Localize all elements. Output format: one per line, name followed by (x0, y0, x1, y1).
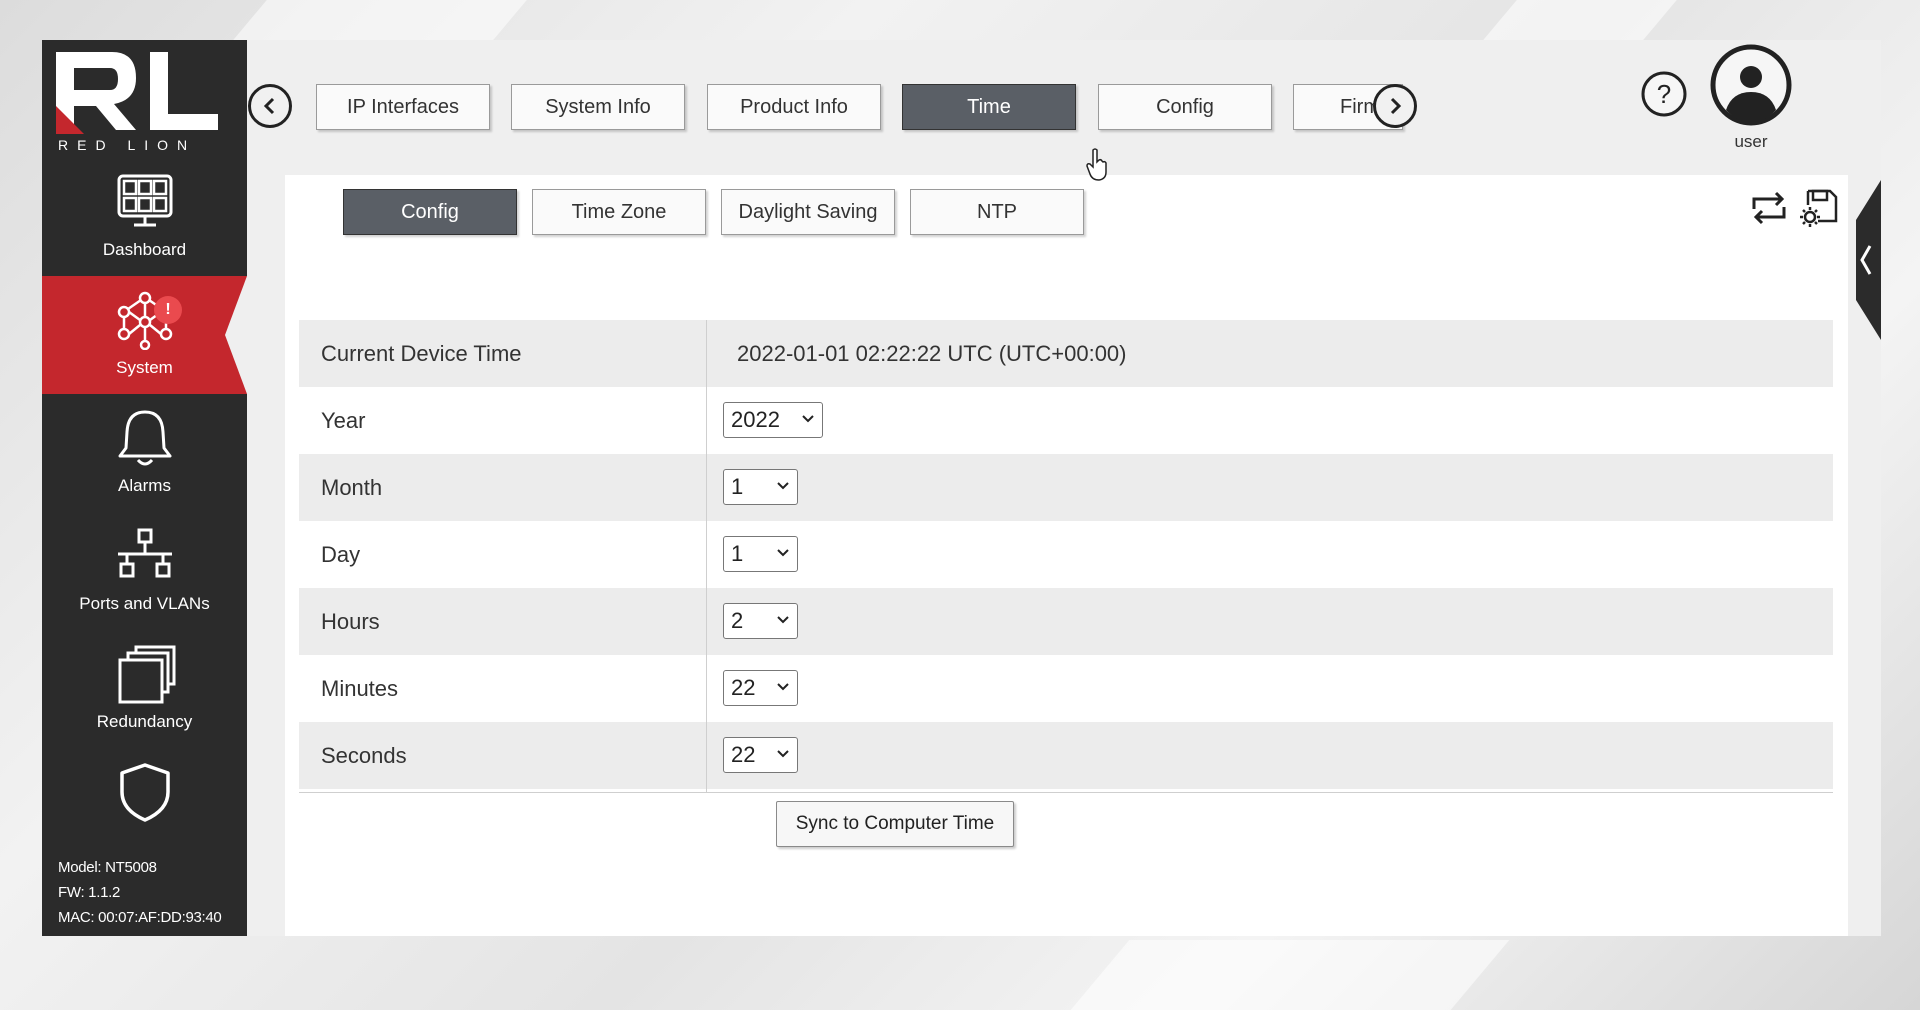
content-panel: Config Time Zone Daylight Saving NTP Cur… (285, 175, 1848, 936)
minutes-select[interactable]: 22 (723, 670, 798, 706)
year-select[interactable]: 2022 (723, 402, 823, 438)
device-firmware: FW: 1.1.2 (58, 884, 121, 901)
subtab-config[interactable]: Config (343, 189, 517, 235)
sidebar-item-redundancy[interactable]: Redundancy (42, 630, 247, 748)
collapse-panel-icon[interactable] (1848, 180, 1881, 340)
device-model: Model: NT5008 (58, 859, 157, 876)
user-avatar-icon[interactable] (1710, 44, 1792, 126)
user-label: user (1734, 132, 1768, 151)
table-row-day: Day (299, 521, 1833, 588)
year-value: 2022 (731, 407, 780, 432)
month-value: 1 (731, 474, 744, 499)
subtab-time-zone[interactable]: Time Zone (532, 189, 706, 235)
row-label: Seconds (321, 743, 407, 768)
sidebar-item-security[interactable] (42, 748, 247, 866)
chevron-right-icon (1390, 97, 1402, 115)
sidebar-item-alarms[interactable]: Alarms (42, 394, 247, 512)
chevron-down-icon (777, 482, 789, 490)
chevron-left-icon (263, 97, 275, 115)
tab-ip-interfaces[interactable]: IP Interfaces (316, 84, 490, 130)
svg-text:RED LION: RED LION (58, 137, 196, 153)
hours-select[interactable]: 2 (723, 603, 798, 639)
table-row-year: Year (299, 387, 1833, 454)
tab-system-info[interactable]: System Info (511, 84, 685, 130)
background-stripe (1483, 0, 1677, 40)
tab-product-info[interactable]: Product Info (707, 84, 881, 130)
scroll-right-button[interactable] (1373, 84, 1417, 128)
table-row-hours: Hours (299, 588, 1833, 655)
column-divider (706, 320, 707, 792)
dashboard-icon (117, 174, 173, 227)
device-info: Model: NT5008 FW: 1.1.2 MAC: 00:07:AF:DD… (58, 855, 222, 930)
background-stripe (233, 0, 527, 40)
sidebar-item-label: Redundancy (96, 712, 193, 731)
day-select[interactable]: 1 (723, 536, 798, 572)
sidebar-item-system[interactable]: ! System (42, 276, 247, 394)
seconds-select[interactable]: 22 (723, 737, 798, 773)
subtab-daylight-saving[interactable]: Daylight Saving (721, 189, 895, 235)
help-icon[interactable]: ? (1640, 70, 1688, 118)
chevron-down-icon (777, 549, 789, 557)
sidebar-item-ports-vlans[interactable]: Ports and VLANs (42, 512, 247, 630)
red-lion-logo: RED LION (56, 52, 218, 153)
bell-icon (118, 410, 172, 466)
sync-computer-time-button[interactable]: Sync to Computer Time (776, 801, 1014, 847)
save-settings-icon[interactable] (1798, 187, 1840, 229)
shield-icon (120, 763, 170, 822)
sidebar-item-label: Alarms (118, 476, 171, 495)
chevron-down-icon (777, 750, 789, 758)
refresh-icon[interactable] (1748, 187, 1790, 229)
alert-badge: ! (154, 296, 182, 324)
table-bottom-border (299, 792, 1833, 793)
redundancy-icon (118, 645, 176, 704)
row-label: Year (321, 408, 366, 433)
row-label: Month (321, 475, 383, 500)
row-label: Day (321, 542, 361, 567)
hours-value: 2 (731, 608, 744, 633)
current-device-time: 2022-01-01 02:22:22 UTC (UTC+00:00) (737, 341, 1127, 366)
app-window: RED LION Dashboard ! System Alarms Ports… (42, 40, 1881, 936)
row-label: Minutes (321, 676, 399, 701)
tab-config[interactable]: Config (1098, 84, 1272, 130)
background-stripe (1070, 940, 1510, 1010)
month-select[interactable]: 1 (723, 469, 798, 505)
sidebar-item-label: Ports and VLANs (79, 594, 210, 613)
mouse-pointer-icon (1086, 148, 1107, 181)
sidebar-item-label: Dashboard (102, 240, 187, 259)
table-row-seconds: Seconds (299, 722, 1833, 789)
chevron-down-icon (777, 683, 789, 691)
table-row-month: Month (299, 454, 1833, 521)
minutes-value: 22 (731, 675, 756, 700)
tab-time[interactable]: Time (902, 84, 1076, 130)
sidebar-item-dashboard[interactable]: Dashboard (42, 158, 247, 276)
svg-text:?: ? (1657, 79, 1671, 109)
sidebar-item-label: System (116, 358, 173, 377)
device-mac: MAC: 00:07:AF:DD:93:40 (58, 909, 222, 926)
chevron-down-icon (802, 415, 814, 423)
ports-icon (118, 528, 172, 578)
row-label: Current Device Time (321, 341, 522, 366)
table-row-current-time: Current Device Time 2022-01-01 02:22:22 … (299, 320, 1833, 387)
seconds-value: 22 (731, 742, 756, 767)
sidebar: RED LION Dashboard ! System Alarms Ports… (42, 40, 247, 936)
subtab-ntp[interactable]: NTP (910, 189, 1084, 235)
row-label: Hours (321, 609, 380, 634)
day-value: 1 (731, 541, 744, 566)
chevron-down-icon (777, 616, 789, 624)
scroll-left-button[interactable] (248, 84, 292, 128)
table-row-minutes: Minutes (299, 655, 1833, 722)
